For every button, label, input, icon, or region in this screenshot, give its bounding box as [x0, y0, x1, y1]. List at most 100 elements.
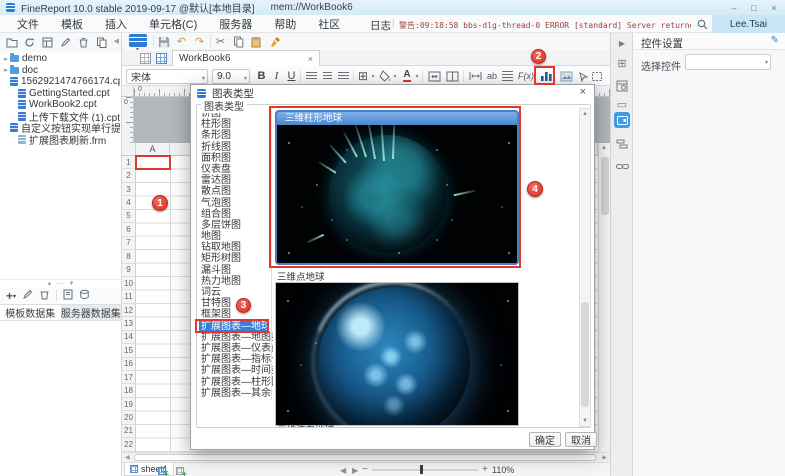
add-dataset-icon[interactable]: +▾ [6, 289, 16, 303]
chart-type-item[interactable]: 扩展图表—时间类 [199, 365, 269, 376]
row-header[interactable]: 12 [122, 304, 136, 317]
add-sheet-icon[interactable]: + [158, 465, 166, 476]
tab-close-icon[interactable]: × [308, 54, 313, 64]
row-header[interactable]: 4 [122, 196, 136, 209]
zoom-in-button[interactable]: + [482, 464, 488, 475]
fill-color-icon[interactable] [378, 68, 392, 84]
chart-type-item[interactable]: 多层饼图 [199, 220, 269, 231]
chart-type-item[interactable]: 漏斗图 [199, 265, 269, 276]
edit-icon[interactable]: ✎ [771, 35, 779, 46]
tree-item[interactable]: 自定义按钮实现单行提交.c [2, 122, 120, 134]
font-color-caret-icon[interactable]: ▾ [413, 68, 421, 84]
ok-button[interactable]: 确定 [529, 432, 561, 447]
search-icon[interactable] [697, 19, 708, 30]
cut-icon[interactable]: ✂ [213, 34, 228, 49]
new-report-icon[interactable] [140, 52, 151, 64]
chart-type-item[interactable]: 扩展图表—指标卡类 [199, 354, 269, 365]
warning-message[interactable]: 警告:09:18:58 bbs-dlg-thread-0 ERROR [stan… [399, 20, 691, 31]
scroll-right-icon[interactable]: ▶ [602, 454, 607, 461]
menu-item[interactable]: 社区 [307, 16, 351, 32]
preview-point-globe[interactable] [275, 282, 519, 426]
next-sheet-icon[interactable]: ▶ [352, 466, 358, 475]
chart-type-item[interactable]: 扩展图表—地图类 [199, 332, 269, 343]
locate-template-icon[interactable] [41, 36, 54, 49]
tree-caret-icon[interactable]: ▸ [2, 55, 10, 63]
row-header[interactable]: 10 [122, 277, 136, 290]
refresh-icon[interactable] [23, 36, 36, 49]
underline-button[interactable]: U [285, 68, 298, 84]
chart-type-item[interactable]: 扩展图表—柱形图类 [199, 377, 269, 388]
cell-size-icon[interactable] [467, 68, 483, 84]
row-header[interactable]: 16 [122, 358, 136, 371]
merge-cells-icon[interactable] [426, 68, 442, 84]
italic-button[interactable]: I [270, 68, 283, 84]
chart-type-item[interactable]: 雷达图 [199, 175, 269, 186]
menu-item[interactable]: 插入 [94, 16, 138, 32]
document-tab[interactable]: WorkBook6 × [172, 50, 320, 66]
zoom-out-button[interactable]: − [362, 464, 368, 475]
row-header[interactable]: 18 [122, 384, 136, 397]
unmerge-cells-icon[interactable] [444, 68, 460, 84]
chart-type-item[interactable]: 词云 [199, 287, 269, 298]
row-header[interactable]: 7 [122, 237, 136, 250]
menu-item[interactable]: 帮助 [263, 16, 307, 32]
copy-template-icon[interactable] [95, 36, 108, 49]
chart-type-item[interactable]: 扩展图表—其余 [199, 388, 269, 399]
row-header[interactable]: 13 [122, 317, 136, 330]
redo-icon[interactable]: ↷ [192, 34, 207, 49]
row-header[interactable]: 21 [122, 425, 136, 438]
chart-type-item[interactable]: 仪表盘 [199, 164, 269, 175]
select-all-corner[interactable] [122, 143, 136, 155]
close-icon[interactable]: × [767, 3, 781, 13]
chart-type-item[interactable]: 地图 [199, 231, 269, 242]
new-form-icon[interactable] [156, 52, 167, 64]
dialog-scroll-thumb[interactable] [581, 302, 589, 407]
row-header[interactable]: 6 [122, 223, 136, 236]
row-header[interactable]: 15 [122, 344, 136, 357]
font-size-select[interactable]: 9.0 ▾ [212, 69, 250, 84]
copy-icon[interactable] [231, 34, 246, 49]
prev-sheet-icon[interactable]: ◀ [340, 466, 346, 475]
cell-element-icon[interactable]: ⊞ [614, 55, 630, 71]
dataset-tab[interactable]: 服务器数据集 [61, 305, 122, 320]
menu-item[interactable]: 单元格(C) [138, 16, 208, 32]
cell-attribute-icon[interactable] [614, 78, 630, 94]
row-header[interactable]: 9 [122, 264, 136, 277]
dialog-title-bar[interactable]: 图表类型 × [191, 85, 594, 101]
chart-type-item[interactable]: 组合图 [199, 209, 269, 220]
row-header[interactable]: 5 [122, 210, 136, 223]
row-header[interactable]: 2 [122, 169, 136, 182]
rename-icon[interactable] [59, 36, 72, 49]
template-type-icon[interactable] [129, 34, 147, 47]
data-connection-icon[interactable] [79, 289, 90, 303]
hyperlink-icon[interactable] [614, 158, 630, 174]
minimize-icon[interactable]: – [727, 3, 741, 13]
tree-item[interactable]: 扩展图表刷新.frm [2, 134, 120, 146]
scroll-left-icon[interactable]: ◀ [125, 454, 130, 461]
zoom-slider-thumb[interactable] [420, 465, 423, 474]
row-header[interactable]: 8 [122, 250, 136, 263]
condition-attribute-icon[interactable] [614, 136, 630, 152]
paste-icon[interactable] [249, 34, 264, 49]
row-header[interactable]: 17 [122, 371, 136, 384]
align-left-icon[interactable] [304, 68, 319, 84]
fill-caret-icon[interactable]: ▾ [391, 68, 399, 84]
cancel-button[interactable]: 取消 [565, 432, 597, 447]
panel-splitter-handle[interactable]: ▲—▼ [0, 279, 121, 287]
new-folder-icon[interactable] [5, 36, 18, 49]
chart-type-item[interactable]: 散点图 [199, 186, 269, 197]
tree-item[interactable]: GettingStarted.cpt [2, 88, 120, 100]
tree-caret-icon[interactable]: ▸ [2, 66, 10, 74]
collapse-panel-icon[interactable]: ▶ [614, 35, 630, 51]
scroll-down-icon[interactable]: ▼ [581, 418, 589, 424]
row-header[interactable]: 19 [122, 398, 136, 411]
formula-icon[interactable]: F(x) [516, 68, 536, 84]
horizontal-scrollbar[interactable]: ◀ ▶ [122, 452, 610, 462]
widget-select[interactable]: ▾ [685, 54, 771, 70]
row-header[interactable]: 22 [122, 438, 136, 451]
dialog-close-icon[interactable]: × [580, 86, 586, 98]
zoom-level[interactable]: 110% [492, 465, 514, 475]
chart-type-item[interactable]: 柱形图 [199, 119, 269, 130]
chart-type-item[interactable]: 折线图 [199, 142, 269, 153]
tree-item[interactable]: 上传下载文件 (1).cpt [2, 111, 120, 123]
